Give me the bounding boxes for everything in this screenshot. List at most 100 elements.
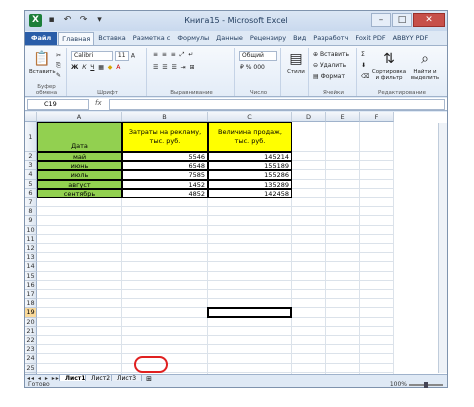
grid-cell[interactable] (292, 234, 326, 244)
grid-cell[interactable] (360, 354, 394, 364)
table-cell[interactable]: 6548 (122, 161, 208, 171)
grid-cell[interactable] (292, 262, 326, 272)
grid-cell[interactable] (326, 363, 360, 373)
grid-cell[interactable] (37, 317, 122, 327)
grid-cell[interactable] (122, 290, 208, 300)
grid-cell[interactable] (122, 317, 208, 327)
vertical-scrollbar[interactable] (438, 123, 447, 373)
currency-icon[interactable]: ₽ (240, 64, 244, 71)
row-header[interactable]: 14 (25, 262, 37, 272)
grid-cell[interactable] (292, 244, 326, 254)
table-cell[interactable]: сентябрь (37, 188, 122, 198)
table-cell[interactable]: 1452 (122, 179, 208, 189)
grid-cell[interactable] (37, 280, 122, 290)
grid-cell[interactable] (37, 308, 122, 318)
grid-cell[interactable] (360, 363, 394, 373)
grid-cell[interactable] (292, 290, 326, 300)
row-header[interactable]: 11 (25, 234, 37, 244)
delete-cells-button[interactable]: ⊖ Удалить (313, 62, 346, 69)
row-header[interactable]: 9 (25, 216, 37, 226)
grid-cell[interactable] (326, 299, 360, 309)
format-cells-button[interactable]: ▤ Формат (313, 73, 345, 80)
align-top-icon[interactable]: ≡ (153, 51, 158, 58)
close-icon[interactable]: ✕ (413, 13, 445, 27)
table-cell[interactable]: август (37, 179, 122, 189)
grid-cell[interactable] (326, 225, 360, 235)
copy-icon[interactable]: ⎘ (56, 62, 61, 70)
grow-font-icon[interactable]: A (131, 53, 135, 60)
grid-cell[interactable] (37, 336, 122, 346)
row-header[interactable]: 2 (25, 152, 37, 162)
indent-icon[interactable]: ⇥ (181, 64, 186, 71)
table-cell[interactable]: 155189 (208, 161, 292, 171)
grid-cell[interactable] (292, 225, 326, 235)
tab-foxit-pdf[interactable]: Foxit PDF (352, 32, 388, 45)
grid-cell[interactable] (360, 308, 394, 318)
grid-cell[interactable] (292, 179, 326, 189)
row-header[interactable]: 3 (25, 161, 37, 171)
grid-cell[interactable] (122, 280, 208, 290)
styles-button[interactable]: ▤ Стили (285, 50, 307, 75)
table-cell[interactable]: 155286 (208, 170, 292, 180)
row-header[interactable]: 22 (25, 336, 37, 346)
tab-data[interactable]: Данные (213, 32, 246, 45)
grid-cell[interactable] (37, 234, 122, 244)
name-box[interactable]: C19 (27, 99, 89, 110)
zoom-slider-thumb[interactable] (424, 382, 428, 388)
grid-cell[interactable] (292, 299, 326, 309)
percent-icon[interactable]: % (246, 64, 252, 71)
grid-cell[interactable] (122, 262, 208, 272)
row-header[interactable]: 8 (25, 207, 37, 217)
row-header[interactable]: 18 (25, 299, 37, 309)
grid-cell[interactable] (122, 326, 208, 336)
minimize-icon[interactable]: – (371, 13, 391, 27)
grid-cell[interactable] (208, 271, 292, 281)
table-cell[interactable]: июнь (37, 161, 122, 171)
row-header[interactable]: 15 (25, 271, 37, 281)
grid-cell[interactable] (292, 152, 326, 162)
grid-cell[interactable] (292, 198, 326, 208)
tab-file[interactable]: Файл (25, 32, 58, 45)
grid-cell[interactable] (37, 216, 122, 226)
grid-cell[interactable] (37, 354, 122, 364)
grid-cell[interactable] (208, 363, 292, 373)
row-header[interactable]: 17 (25, 290, 37, 300)
grid-cell[interactable] (292, 345, 326, 355)
number-format-select[interactable]: Общий (239, 51, 277, 61)
grid-cell[interactable] (360, 152, 394, 162)
grid-cell[interactable] (122, 345, 208, 355)
column-header[interactable]: E (326, 112, 360, 122)
table-cell[interactable]: 5546 (122, 152, 208, 162)
grid-cell[interactable] (360, 345, 394, 355)
tab-view[interactable]: Вид (290, 32, 309, 45)
font-color-icon[interactable]: A (116, 64, 120, 71)
grid-cell[interactable] (326, 280, 360, 290)
table-cell[interactable]: июль (37, 170, 122, 180)
row-header[interactable]: 24 (25, 354, 37, 364)
clear-icon[interactable]: ⌫ (361, 73, 369, 80)
grid-cell[interactable] (292, 207, 326, 217)
grid-cell[interactable] (360, 216, 394, 226)
row-header[interactable]: 13 (25, 253, 37, 263)
borders-icon[interactable]: ▦ (98, 64, 104, 71)
grid-cell[interactable] (37, 198, 122, 208)
grid-cell[interactable] (326, 244, 360, 254)
grid-cell[interactable] (292, 326, 326, 336)
grid-cell[interactable] (292, 253, 326, 263)
grid-cell[interactable] (37, 326, 122, 336)
grid-cell[interactable] (360, 253, 394, 263)
grid-cell[interactable] (208, 225, 292, 235)
tab-review[interactable]: Рецензиру (247, 32, 289, 45)
grid-cell[interactable] (292, 308, 326, 318)
tab-home[interactable]: Главная (58, 32, 95, 45)
grid-cell[interactable] (326, 188, 360, 198)
grid-cell[interactable] (326, 326, 360, 336)
grid-cell[interactable] (292, 216, 326, 226)
grid-cell[interactable] (360, 225, 394, 235)
grid-cell[interactable] (326, 234, 360, 244)
grid-cell[interactable] (360, 317, 394, 327)
grid-cell[interactable] (360, 122, 394, 152)
grid-cell[interactable] (122, 308, 208, 318)
grid-cell[interactable] (122, 225, 208, 235)
grid-cell[interactable] (360, 244, 394, 254)
